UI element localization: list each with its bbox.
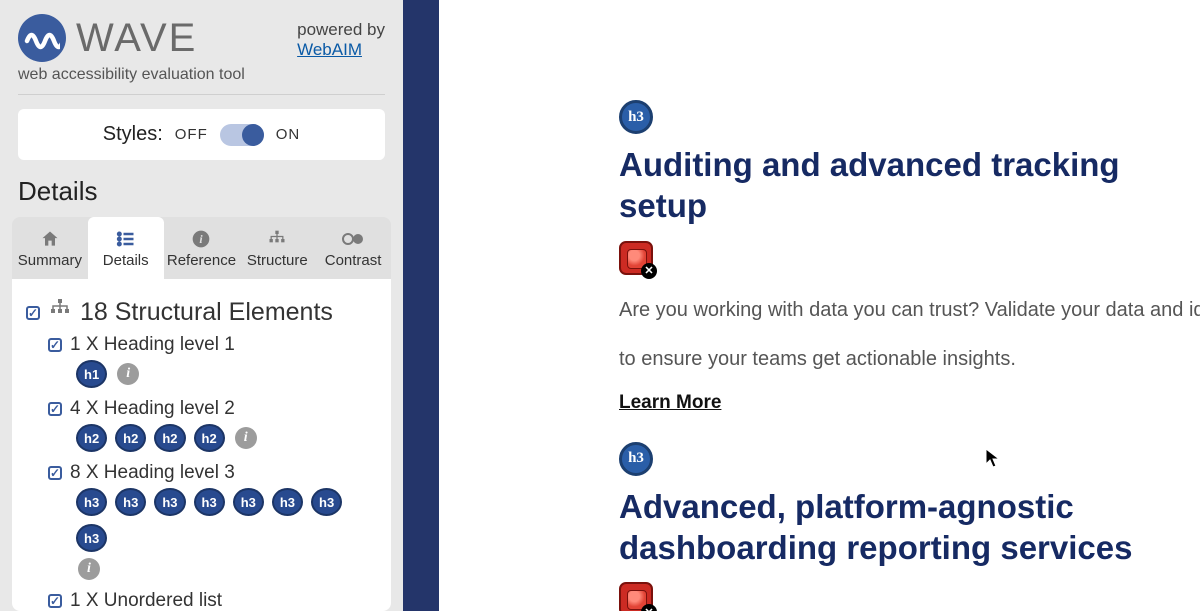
webaim-link[interactable]: WebAIM xyxy=(297,40,362,59)
details-body: 18 Structural Elements 1 X Heading level… xyxy=(12,279,391,611)
h3-badge-icon[interactable]: h3 xyxy=(115,488,146,516)
styles-toggle[interactable] xyxy=(220,124,264,146)
error-annotation-icon[interactable]: ✕ xyxy=(619,582,653,611)
learn-more-link[interactable]: Learn More xyxy=(619,392,721,414)
styles-toggle-card: Styles: OFF ON xyxy=(18,109,385,160)
powered-by: powered by WebAIM xyxy=(297,14,385,60)
h2-badge-icon[interactable]: h2 xyxy=(115,424,146,452)
panel-title: Details xyxy=(0,170,403,217)
item-label: 1 X Unordered list xyxy=(70,590,222,611)
badge-row: h3 h3 h3 h3 h3 h3 h3 h3 xyxy=(76,488,377,552)
info-icon[interactable]: i xyxy=(78,558,100,580)
h3-badge-icon[interactable]: h3 xyxy=(154,488,185,516)
h2-badge-icon[interactable]: h2 xyxy=(194,424,225,452)
brand-tagline: web accessibility evaluation tool xyxy=(18,66,385,95)
h1-badge-icon[interactable]: h1 xyxy=(76,360,107,388)
badge-row: h2 h2 h2 h2 i xyxy=(76,424,377,452)
tab-structure-label: Structure xyxy=(247,252,308,269)
styles-off-label: OFF xyxy=(175,126,208,143)
tab-contrast[interactable]: Contrast xyxy=(315,217,391,279)
brand-name: WAVE xyxy=(76,16,197,61)
h3-annotation-icon[interactable]: h3 xyxy=(619,100,653,134)
h3-badge-icon[interactable]: h3 xyxy=(311,488,342,516)
badge-row-info: i xyxy=(76,558,377,580)
item-checkbox[interactable] xyxy=(48,466,62,480)
section-label: 18 Structural Elements xyxy=(80,298,333,327)
tab-details-label: Details xyxy=(103,252,149,269)
styles-on-label: ON xyxy=(276,126,301,143)
section-paragraph: to ensure your teams get actionable insi… xyxy=(619,343,1200,376)
structure-icon xyxy=(266,228,288,250)
close-icon[interactable]: ✕ xyxy=(641,604,657,611)
tab-contrast-label: Contrast xyxy=(325,252,382,269)
tab-reference-label: Reference xyxy=(167,252,236,269)
h3-annotation-icon[interactable]: h3 xyxy=(619,442,653,476)
tabstrip: Summary Details i Reference Structure xyxy=(12,217,391,279)
item-checkbox[interactable] xyxy=(48,338,62,352)
tabs-card: Summary Details i Reference Structure xyxy=(12,217,391,611)
item-checkbox[interactable] xyxy=(48,402,62,416)
page-section: h3 Advanced, platform-agnostic dashboard… xyxy=(619,442,1200,611)
section-checkbox[interactable] xyxy=(26,306,40,320)
info-icon[interactable]: i xyxy=(235,427,257,449)
structural-section-header: 18 Structural Elements xyxy=(26,297,377,328)
info-icon[interactable]: i xyxy=(117,363,139,385)
detail-item: 1 X Unordered list xyxy=(48,590,377,611)
evaluated-page: Data h3 Auditing and advanced tracking s… xyxy=(439,0,1200,611)
list-icon xyxy=(115,228,137,250)
tab-structure[interactable]: Structure xyxy=(239,217,315,279)
h2-badge-icon[interactable]: h2 xyxy=(154,424,185,452)
home-icon xyxy=(39,228,61,250)
panel-divider xyxy=(403,0,439,611)
h3-badge-icon[interactable]: h3 xyxy=(76,488,107,516)
h3-badge-icon[interactable]: h3 xyxy=(194,488,225,516)
wave-sidebar: WAVE powered by WebAIM web accessibility… xyxy=(0,0,403,611)
section-paragraph: Are you working with data you can trust?… xyxy=(619,294,1200,327)
detail-item: 8 X Heading level 3 xyxy=(48,462,377,484)
item-label: 8 X Heading level 3 xyxy=(70,462,235,484)
info-icon: i xyxy=(190,228,212,250)
detail-item: 4 X Heading level 2 xyxy=(48,398,377,420)
h3-badge-icon[interactable]: h3 xyxy=(272,488,303,516)
powered-by-label: powered by xyxy=(297,20,385,40)
wave-logo-icon xyxy=(18,14,66,62)
tab-reference[interactable]: i Reference xyxy=(164,217,240,279)
section-heading: Auditing and advanced tracking setup xyxy=(619,144,1200,227)
h3-badge-icon[interactable]: h3 xyxy=(76,524,107,552)
detail-item: 1 X Heading level 1 xyxy=(48,334,377,356)
error-annotation-icon[interactable]: ✕ xyxy=(619,241,653,275)
h2-badge-icon[interactable]: h2 xyxy=(76,424,107,452)
item-label: 1 X Heading level 1 xyxy=(70,334,235,356)
close-icon[interactable]: ✕ xyxy=(641,263,657,279)
h3-badge-icon[interactable]: h3 xyxy=(233,488,264,516)
item-checkbox[interactable] xyxy=(48,594,62,608)
page-section: h3 Auditing and advanced tracking setup … xyxy=(619,100,1200,442)
structure-section-icon xyxy=(48,297,72,328)
tab-summary[interactable]: Summary xyxy=(12,217,88,279)
tab-summary-label: Summary xyxy=(18,252,82,269)
styles-label: Styles: xyxy=(103,123,163,146)
section-heading: Advanced, platform-agnostic dashboarding… xyxy=(619,486,1199,569)
contrast-icon xyxy=(342,228,364,250)
tab-details[interactable]: Details xyxy=(88,217,164,279)
item-label: 4 X Heading level 2 xyxy=(70,398,235,420)
badge-row: h1 i xyxy=(76,360,377,388)
sidebar-header: WAVE powered by WebAIM xyxy=(0,0,403,66)
